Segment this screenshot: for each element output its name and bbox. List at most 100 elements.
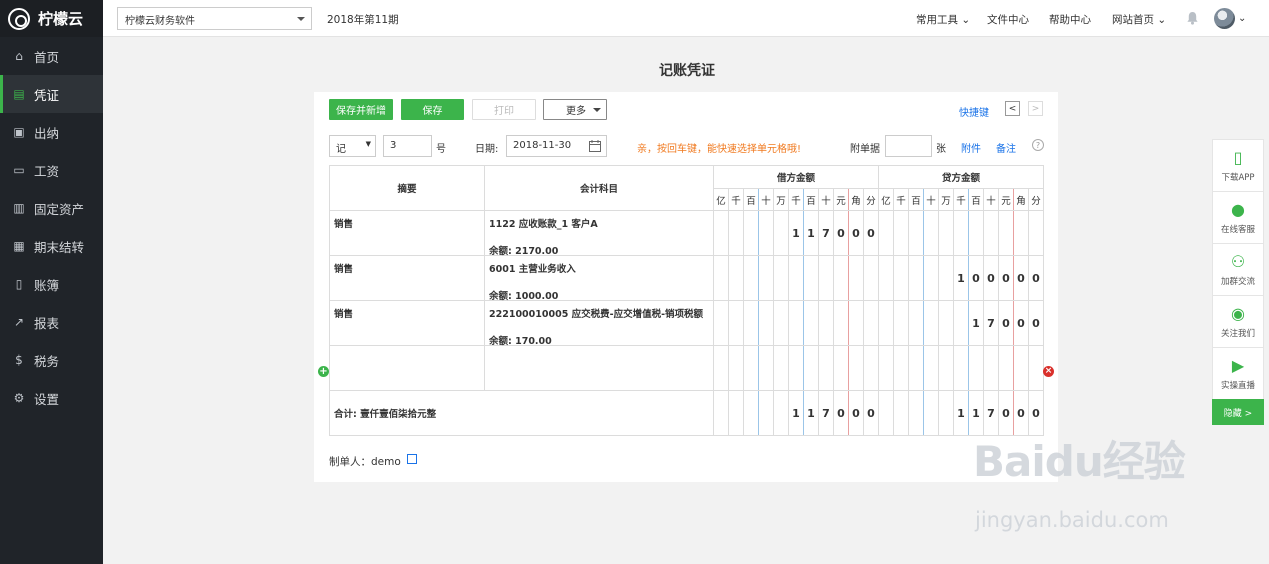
table-row[interactable] bbox=[329, 345, 1044, 391]
debit-digit[interactable] bbox=[743, 300, 759, 346]
float-button-1[interactable]: ● 在线客服 bbox=[1212, 191, 1264, 243]
debit-digit[interactable] bbox=[848, 255, 864, 301]
save-button[interactable]: 保存 bbox=[401, 99, 464, 120]
edit-icon[interactable] bbox=[407, 454, 417, 464]
sidebar-item-9[interactable]: ⚙ 设置 bbox=[0, 379, 103, 417]
credit-digit[interactable] bbox=[893, 210, 909, 256]
debit-digit[interactable] bbox=[818, 255, 834, 301]
account-cell[interactable] bbox=[484, 345, 714, 391]
credit-digit[interactable] bbox=[908, 255, 924, 301]
credit-digit[interactable] bbox=[953, 300, 969, 346]
credit-digit[interactable]: 1 bbox=[953, 255, 969, 301]
attachment-link[interactable]: 附件 bbox=[961, 140, 981, 155]
debit-digit[interactable] bbox=[803, 255, 819, 301]
credit-digit[interactable]: 0 bbox=[968, 255, 984, 301]
debit-digit[interactable] bbox=[743, 255, 759, 301]
debit-digit[interactable] bbox=[713, 210, 729, 256]
debit-digit[interactable] bbox=[728, 255, 744, 301]
sidebar-item-0[interactable]: ⌂ 首页 bbox=[0, 37, 103, 75]
date-input[interactable]: 2018-11-30 bbox=[506, 135, 607, 157]
credit-digit[interactable] bbox=[983, 210, 999, 256]
credit-digit[interactable] bbox=[968, 210, 984, 256]
credit-digit[interactable]: 1 bbox=[968, 300, 984, 346]
debit-digit[interactable] bbox=[758, 345, 774, 391]
debit-digit[interactable]: 1 bbox=[803, 210, 819, 256]
credit-digit[interactable] bbox=[908, 210, 924, 256]
credit-digit[interactable] bbox=[878, 345, 894, 391]
sidebar-item-5[interactable]: ▦ 期末结转 bbox=[0, 227, 103, 265]
credit-digit[interactable] bbox=[938, 210, 954, 256]
menu-files[interactable]: 文件中心 bbox=[987, 12, 1029, 27]
credit-digit[interactable] bbox=[953, 210, 969, 256]
print-button[interactable]: 打印 bbox=[472, 99, 536, 120]
debit-digit[interactable]: 0 bbox=[833, 210, 849, 256]
credit-digit[interactable] bbox=[983, 345, 999, 391]
sidebar-item-6[interactable]: ▯ 账簿 bbox=[0, 265, 103, 303]
credit-digit[interactable]: 0 bbox=[1013, 255, 1029, 301]
voucher-number-input[interactable]: 3 bbox=[383, 135, 432, 157]
float-button-2[interactable]: ⚇ 加群交流 bbox=[1212, 243, 1264, 295]
debit-digit[interactable] bbox=[833, 255, 849, 301]
credit-digit[interactable] bbox=[1013, 210, 1029, 256]
debit-digit[interactable] bbox=[773, 210, 789, 256]
debit-digit[interactable]: 7 bbox=[818, 210, 834, 256]
credit-digit[interactable] bbox=[893, 255, 909, 301]
credit-digit[interactable] bbox=[1028, 345, 1044, 391]
summary-cell[interactable]: 销售 bbox=[329, 210, 485, 256]
summary-cell[interactable] bbox=[329, 345, 485, 391]
debit-digit[interactable] bbox=[713, 255, 729, 301]
debit-digit[interactable] bbox=[743, 345, 759, 391]
credit-digit[interactable] bbox=[968, 345, 984, 391]
debit-digit[interactable] bbox=[758, 255, 774, 301]
credit-digit[interactable] bbox=[953, 345, 969, 391]
credit-digit[interactable]: 0 bbox=[1028, 300, 1044, 346]
debit-digit[interactable] bbox=[788, 300, 804, 346]
avatar[interactable] bbox=[1214, 8, 1235, 29]
chevron-down-icon[interactable]: ⌄ bbox=[1238, 13, 1246, 24]
debit-digit[interactable] bbox=[728, 345, 744, 391]
sidebar-item-1[interactable]: ▤ 凭证 bbox=[0, 75, 103, 113]
debit-digit[interactable]: 0 bbox=[863, 210, 879, 256]
debit-digit[interactable] bbox=[758, 210, 774, 256]
credit-digit[interactable]: 0 bbox=[983, 255, 999, 301]
debit-digit[interactable] bbox=[803, 300, 819, 346]
float-button-0[interactable]: ▯ 下载APP bbox=[1212, 139, 1264, 191]
more-dropdown[interactable]: 更多 bbox=[543, 99, 607, 120]
debit-digit[interactable] bbox=[713, 345, 729, 391]
debit-digit[interactable] bbox=[863, 345, 879, 391]
sidebar-item-2[interactable]: ▣ 出纳 bbox=[0, 113, 103, 151]
app-logo[interactable]: 柠檬云 bbox=[0, 0, 103, 37]
debit-digit[interactable]: 1 bbox=[788, 210, 804, 256]
sidebar-item-8[interactable]: $ 税务 bbox=[0, 341, 103, 379]
debit-digit[interactable] bbox=[818, 300, 834, 346]
credit-digit[interactable] bbox=[923, 255, 939, 301]
credit-digit[interactable] bbox=[878, 300, 894, 346]
save-and-new-button[interactable]: 保存并新增 bbox=[329, 99, 393, 120]
company-select[interactable]: 柠檬云财务软件 bbox=[117, 7, 312, 30]
debit-digit[interactable] bbox=[848, 345, 864, 391]
credit-digit[interactable] bbox=[923, 300, 939, 346]
delete-row-icon[interactable]: × bbox=[1043, 366, 1054, 377]
bell-icon[interactable] bbox=[1186, 11, 1199, 25]
debit-digit[interactable] bbox=[863, 255, 879, 301]
credit-digit[interactable] bbox=[938, 345, 954, 391]
credit-digit[interactable] bbox=[893, 300, 909, 346]
account-cell[interactable]: 6001 主营业务收入 余额: 1000.00 bbox=[484, 255, 714, 302]
credit-digit[interactable]: 0 bbox=[1028, 255, 1044, 301]
sidebar-item-4[interactable]: ▥ 固定资产 bbox=[0, 189, 103, 227]
debit-digit[interactable] bbox=[758, 300, 774, 346]
debit-digit[interactable] bbox=[773, 255, 789, 301]
menu-tools[interactable]: 常用工具 ⌄ bbox=[916, 12, 970, 27]
credit-digit[interactable] bbox=[938, 300, 954, 346]
calendar-icon[interactable] bbox=[589, 140, 601, 152]
credit-digit[interactable] bbox=[938, 255, 954, 301]
debit-digit[interactable] bbox=[728, 210, 744, 256]
debit-digit[interactable] bbox=[863, 300, 879, 346]
credit-digit[interactable]: 0 bbox=[998, 300, 1014, 346]
float-button-4[interactable]: ▶ 实操直播 bbox=[1212, 347, 1264, 399]
note-link[interactable]: 备注 bbox=[996, 140, 1016, 155]
shortcut-link[interactable]: 快捷键 bbox=[959, 104, 989, 119]
account-cell[interactable]: 1122 应收账款_1 客户A 余额: 2170.00 bbox=[484, 210, 714, 257]
credit-digit[interactable]: 7 bbox=[983, 300, 999, 346]
table-row[interactable]: 销售 222100010005 应交税费-应交增值税-销项税额 余额: 170.00… bbox=[329, 300, 1044, 347]
